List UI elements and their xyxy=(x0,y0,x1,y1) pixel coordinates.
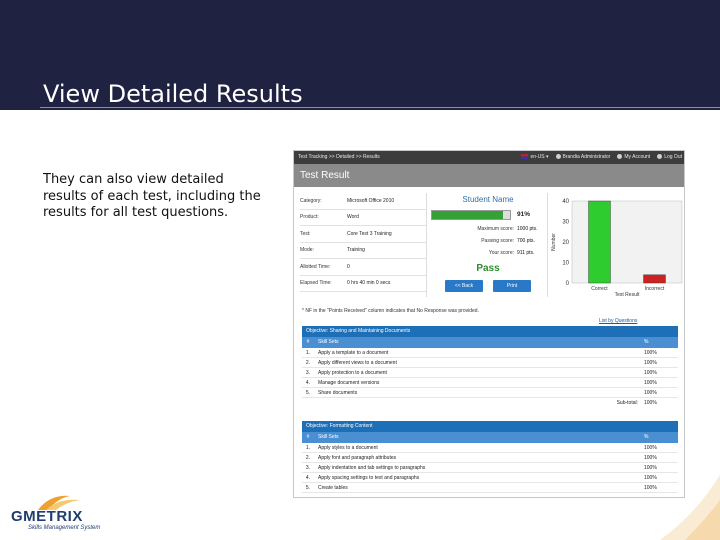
x-axis-label: Test Result xyxy=(615,292,640,297)
table-row: 3. Apply protection to a document 100% xyxy=(302,368,678,378)
my-account-link[interactable]: My Account xyxy=(617,151,650,164)
bar-incorrect xyxy=(643,274,666,284)
info-value: Core Test 3 Training xyxy=(347,230,392,237)
y-tick-label: 10 xyxy=(562,261,569,267)
table-row: 2. Apply different views to a document 100… xyxy=(302,358,678,368)
print-button[interactable]: Print xyxy=(493,280,531,292)
x-tick-label: Correct xyxy=(591,286,608,292)
objective-table-1: Objective: Sharing and Maintaining Docum… xyxy=(302,326,678,408)
pass-status: Pass xyxy=(476,263,500,274)
max-score: Maximum score: 1000 pts. xyxy=(477,226,538,232)
info-row: Mode: Training xyxy=(300,243,426,259)
x-tick-label: Incorrect xyxy=(645,286,665,292)
info-value: Word xyxy=(347,214,359,221)
logo-wordmark: GMETRIX xyxy=(11,508,83,525)
your-score: Your score: 911 pts. xyxy=(488,250,535,256)
objective-title: Objective: Sharing and Maintaining Docum… xyxy=(302,326,678,337)
corner-decoration xyxy=(660,475,720,540)
student-name: Student Name xyxy=(462,195,514,204)
language-selector[interactable]: en-US ▾ xyxy=(521,151,549,164)
table-row: 1. Apply styles to a document 100% xyxy=(302,443,678,453)
bar-correct xyxy=(588,200,611,284)
logo-tagline: Skills Management System xyxy=(28,525,101,531)
table-header: # Skill Sets% xyxy=(302,337,678,348)
y-axis-label: Number xyxy=(551,233,557,251)
person-icon xyxy=(617,154,623,159)
info-label: Allotted Time: xyxy=(300,263,331,270)
y-tick-label: 30 xyxy=(562,220,569,226)
test-info-panel: Category: Microsoft Office 2010 Product: W… xyxy=(300,193,426,292)
info-row: Test: Core Test 3 Training xyxy=(300,226,426,243)
test-result-chart: 0 10 20 30 40 Number Correct Incorrect Test Resu… xyxy=(551,199,683,297)
info-label: Test: xyxy=(300,230,311,237)
info-row: Elapsed Time: 0 hrs 40 min 0 secs xyxy=(300,276,426,292)
title-divider xyxy=(40,107,720,108)
passing-score: Passing score: 700 pts. xyxy=(481,238,535,244)
breadcrumb[interactable]: Test Tracking >> Detailed >> Results xyxy=(298,151,380,164)
info-row: Category: Microsoft Office 2010 xyxy=(300,193,426,210)
y-tick-label: 20 xyxy=(562,240,569,246)
table-row: 4. Manage document versions 100% xyxy=(302,378,678,388)
table-row: 1. Apply a template to a document 100% xyxy=(302,348,678,358)
info-row: Product: Word xyxy=(300,210,426,226)
score-progress-fill xyxy=(432,211,503,219)
info-row: Allotted Time: 0 xyxy=(300,259,426,276)
info-value: 0 xyxy=(347,263,350,270)
slide-title: View Detailed Results xyxy=(43,80,303,108)
score-progress-bar xyxy=(431,210,511,220)
y-tick-label: 40 xyxy=(562,199,569,205)
score-percent: 91% xyxy=(517,211,531,218)
table-row: 5. Share documents 100% xyxy=(302,388,678,398)
app-top-bar: Test Tracking >> Detailed >> Results en-… xyxy=(294,151,684,164)
page-title: Test Result xyxy=(294,164,684,187)
y-tick-label: 0 xyxy=(566,281,570,287)
score-panel: Student Name 91% Maximum score: 1000 pts.… xyxy=(426,193,548,297)
subtotal-row: Sub-total: 100% xyxy=(616,400,657,406)
gmetrix-logo: GMETRIX Skills Management System xyxy=(8,492,108,536)
log-out-link[interactable]: Log Out xyxy=(657,151,682,164)
user-role-menu[interactable]: Brandia Administrator xyxy=(555,151,610,164)
list-by-questions-link[interactable]: List by Questions xyxy=(599,318,637,324)
footnote: * NF in the "Points Received" column ind… xyxy=(302,308,479,314)
info-value: 0 hrs 40 min 0 secs xyxy=(347,280,391,287)
objective-title: Objective: Formatting Content xyxy=(302,421,678,432)
slide-body-text: They can also view detailed results of e… xyxy=(43,172,261,220)
test-result-screenshot: Test Tracking >> Detailed >> Results en-… xyxy=(293,150,685,498)
table-header: # Skill Sets% xyxy=(302,432,678,443)
info-label: Elapsed Time: xyxy=(300,280,332,287)
flag-icon xyxy=(521,154,529,159)
info-label: Product: xyxy=(300,214,319,221)
info-value: Microsoft Office 2010 xyxy=(347,197,395,204)
user-icon xyxy=(555,154,561,159)
back-button[interactable]: << Back xyxy=(445,280,483,292)
info-value: Training xyxy=(347,247,365,254)
info-label: Category: xyxy=(300,197,322,204)
info-label: Mode: xyxy=(300,247,314,254)
power-icon xyxy=(657,154,663,159)
